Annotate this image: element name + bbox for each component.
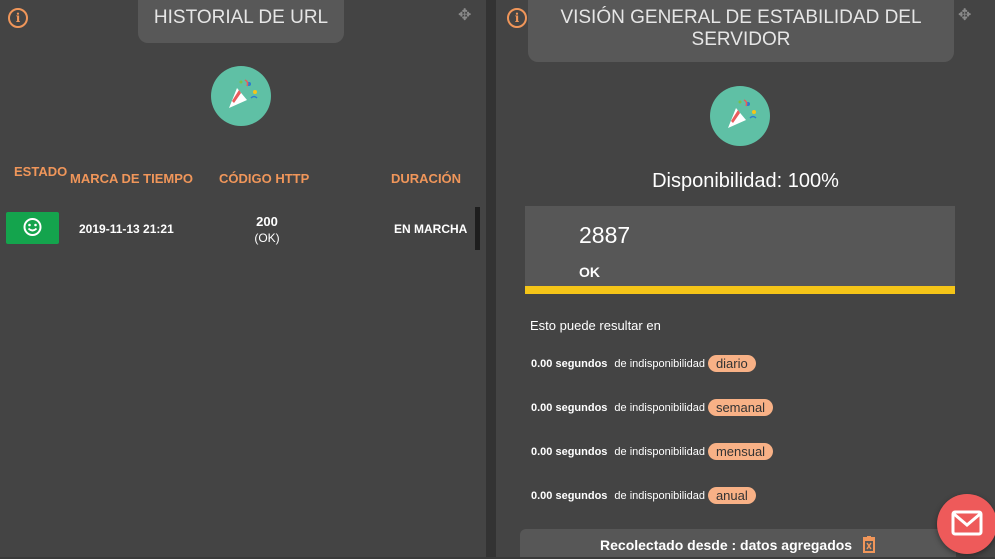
period-badge: anual <box>707 487 756 504</box>
downtime-label: de indisponibilidad <box>614 357 705 370</box>
downtime-label: de indisponibilidad <box>614 445 705 458</box>
period-badge: semanal <box>707 399 774 416</box>
downtime-row: 0.00 segundos de indisponibilidad mensua… <box>531 443 774 460</box>
downtime-row: 0.00 segundos de indisponibilidad anual <box>531 487 756 504</box>
move-icon[interactable]: ✥ <box>458 5 471 25</box>
panel-divider <box>486 0 496 557</box>
mail-icon <box>951 510 983 536</box>
party-popper-icon <box>211 66 271 126</box>
downtime-label: de indisponibilidad <box>614 401 705 414</box>
duration-cell: EN MARCHA <box>394 222 468 236</box>
downtime-seconds: 0.00 segundos <box>531 445 608 458</box>
url-history-panel: i ✥ HISTORIAL DE URL ESTADO MARCA DE TIE… <box>0 0 486 557</box>
downtime-seconds: 0.00 segundos <box>531 357 608 370</box>
smile-icon <box>23 218 42 236</box>
panel-title: VISIÓN GENERAL DE ESTABILIDAD DEL SERVID… <box>528 0 954 62</box>
trash-icon[interactable] <box>862 532 876 557</box>
collected-since-bar: Recolectado desde : datos agregados <box>520 529 956 557</box>
collected-since-label: Recolectado desde : datos agregados <box>600 537 853 553</box>
status-count: 2887 <box>579 222 631 248</box>
timestamp-cell: 2019-11-13 21:21 <box>79 222 174 236</box>
server-stability-panel: i ✥ VISIÓN GENERAL DE ESTABILIDAD DEL SE… <box>496 0 995 557</box>
status-label: OK <box>579 264 600 280</box>
party-popper-icon <box>710 86 770 146</box>
period-badge: diario <box>707 355 756 372</box>
downtime-seconds: 0.00 segundos <box>531 489 608 502</box>
downtime-label: de indisponibilidad <box>614 489 705 502</box>
column-duration[interactable]: DURACIÓN <box>391 171 461 186</box>
http-code-cell: 200 <box>256 214 278 229</box>
scrollbar[interactable] <box>475 207 480 250</box>
result-intro: Esto puede resultar en <box>530 318 661 333</box>
panel-title: HISTORIAL DE URL <box>138 0 344 43</box>
move-icon[interactable]: ✥ <box>958 5 971 25</box>
column-status[interactable]: ESTADO <box>14 164 67 179</box>
status-card: 2887 OK <box>525 206 955 294</box>
status-badge[interactable] <box>6 212 59 244</box>
mail-button[interactable] <box>937 494 995 554</box>
info-icon[interactable]: i <box>507 8 527 28</box>
downtime-row: 0.00 segundos de indisponibilidad diario <box>531 355 756 372</box>
http-text-cell: (OK) <box>254 231 280 245</box>
period-badge: mensual <box>707 443 774 460</box>
availability-label: Disponibilidad: 100% <box>652 170 839 192</box>
column-timestamp[interactable]: MARCA DE TIEMPO <box>70 171 193 186</box>
info-icon[interactable]: i <box>8 8 28 28</box>
status-bar <box>525 286 955 294</box>
column-http-code[interactable]: CÓDIGO HTTP <box>219 171 309 186</box>
downtime-seconds: 0.00 segundos <box>531 401 608 414</box>
downtime-row: 0.00 segundos de indisponibilidad semana… <box>531 399 774 416</box>
